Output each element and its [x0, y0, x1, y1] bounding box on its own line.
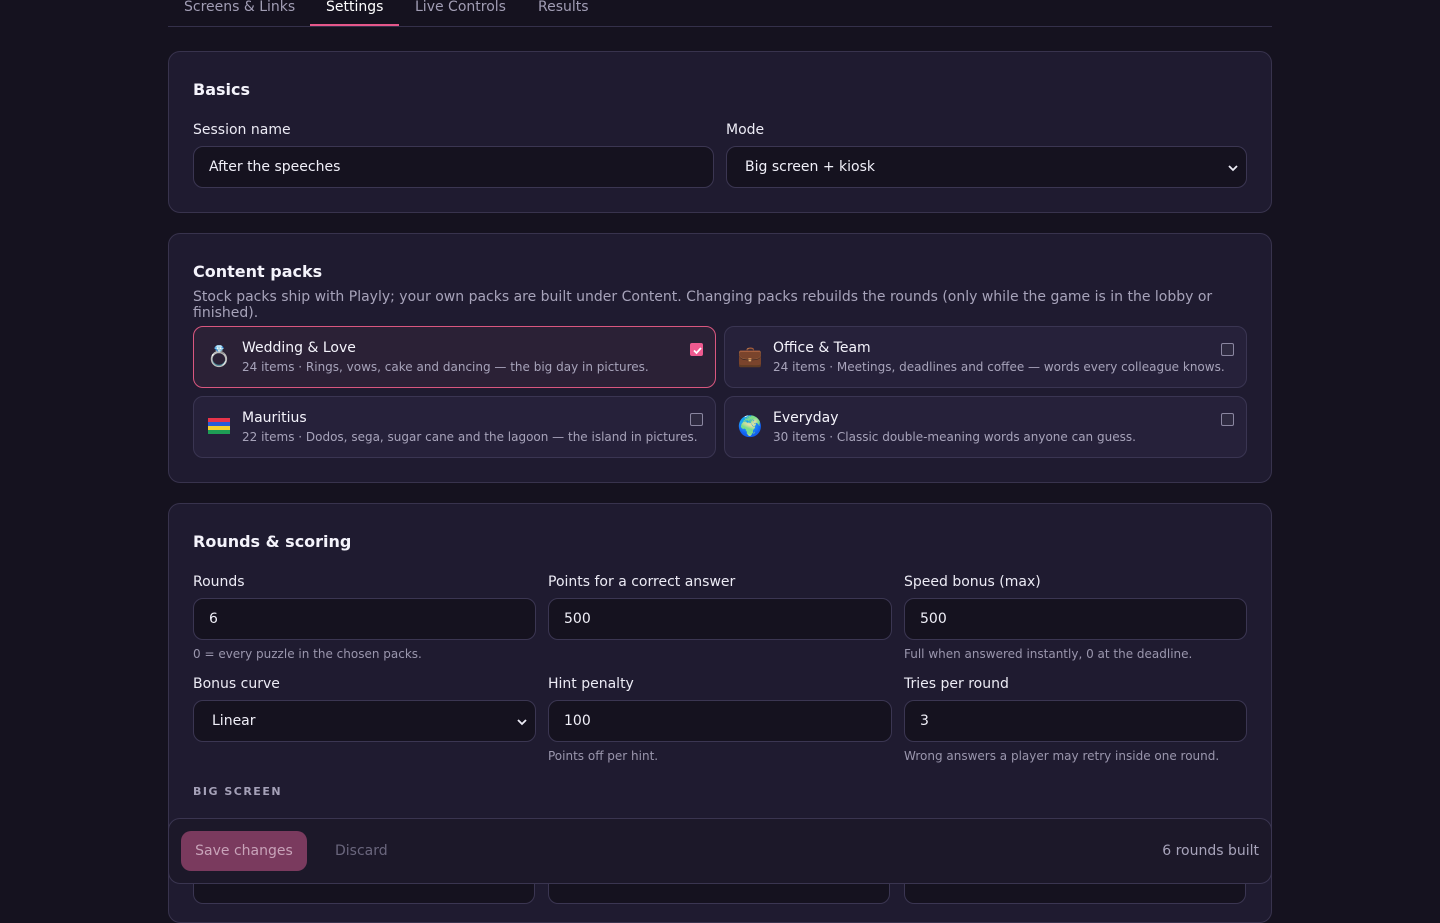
speed-bonus-help: Full when answered instantly, 0 at the d… [904, 647, 1193, 661]
tries-label: Tries per round [904, 676, 1009, 692]
pack-card-mauritius[interactable]: Mauritius 22 items · Dodos, sega, sugar … [193, 396, 716, 458]
globe-icon: 🌍 [737, 414, 763, 438]
hidden-input-peek [904, 884, 1246, 904]
mode-label: Mode [726, 122, 765, 138]
pack-checkbox[interactable] [690, 413, 703, 426]
pack-description: 22 items · Dodos, sega, sugar cane and t… [242, 430, 698, 444]
pack-checkbox[interactable] [690, 343, 703, 356]
save-bar: Save changes Discard 6 rounds built [168, 818, 1272, 884]
mode-select-value: Big screen + kiosk [745, 159, 875, 175]
pack-card-wedding[interactable]: 💍 Wedding & Love 24 items · Rings, vows,… [193, 326, 716, 388]
content-packs-card: Content packs Stock packs ship with Play… [168, 233, 1272, 483]
pack-checkbox[interactable] [1221, 413, 1234, 426]
bonus-curve-value: Linear [212, 713, 256, 729]
pack-name: Mauritius [242, 410, 307, 426]
points-input[interactable]: 500 [548, 598, 892, 640]
pack-description: 24 items · Rings, vows, cake and dancing… [242, 360, 649, 374]
mode-select[interactable]: Big screen + kiosk [726, 146, 1247, 188]
pack-card-office[interactable]: 💼 Office & Team 24 items · Meetings, dea… [724, 326, 1247, 388]
briefcase-icon: 💼 [737, 344, 763, 368]
rounds-help: 0 = every puzzle in the chosen packs. [193, 647, 422, 661]
session-name-label: Session name [193, 122, 291, 138]
mauritius-flag-icon [206, 413, 232, 439]
speed-bonus-input[interactable]: 500 [904, 598, 1247, 640]
hint-penalty-label: Hint penalty [548, 676, 634, 692]
content-packs-description: Stock packs ship with Playly; your own p… [193, 289, 1213, 321]
pack-description: 24 items · Meetings, deadlines and coffe… [773, 360, 1225, 374]
bonus-curve-select[interactable]: Linear [193, 700, 536, 742]
pack-description: 30 items · Classic double-meaning words … [773, 430, 1136, 444]
rounds-built-status: 6 rounds built [1162, 843, 1259, 859]
tab-bar: Screens & Links Settings Live Controls R… [168, 0, 1272, 27]
rounds-label: Rounds [193, 574, 245, 590]
discard-button[interactable]: Discard [335, 831, 388, 871]
hidden-input-peek [548, 884, 890, 904]
rounds-input[interactable]: 6 [193, 598, 536, 640]
pack-card-everyday[interactable]: 🌍 Everyday 30 items · Classic double-mea… [724, 396, 1247, 458]
pack-name: Everyday [773, 410, 839, 426]
big-screen-section-caption: BIG SCREEN [193, 785, 283, 798]
tab-results[interactable]: Results [522, 0, 605, 26]
basics-title: Basics [193, 80, 251, 99]
check-icon [693, 347, 702, 355]
speed-bonus-label: Speed bonus (max) [904, 574, 1041, 590]
pack-name: Wedding & Love [242, 340, 356, 356]
tab-live-controls[interactable]: Live Controls [399, 0, 522, 26]
basics-card: Basics Session name After the speeches M… [168, 51, 1272, 213]
bonus-curve-label: Bonus curve [193, 676, 280, 692]
chevron-down-icon [1228, 165, 1238, 172]
tries-help: Wrong answers a player may retry inside … [904, 749, 1220, 763]
hint-penalty-input[interactable]: 100 [548, 700, 892, 742]
tries-input[interactable]: 3 [904, 700, 1247, 742]
hidden-input-peek [193, 884, 535, 904]
tab-screens-links[interactable]: Screens & Links [168, 0, 311, 26]
pack-name: Office & Team [773, 340, 871, 356]
ring-icon: 💍 [206, 344, 232, 368]
content-packs-title: Content packs [193, 262, 323, 281]
points-label: Points for a correct answer [548, 574, 736, 590]
pack-checkbox[interactable] [1221, 343, 1234, 356]
save-changes-button[interactable]: Save changes [181, 831, 307, 871]
chevron-down-icon [517, 719, 527, 726]
hint-penalty-help: Points off per hint. [548, 749, 659, 763]
rounds-scoring-title: Rounds & scoring [193, 532, 352, 551]
tab-settings[interactable]: Settings [310, 0, 400, 26]
session-name-input[interactable]: After the speeches [193, 146, 714, 188]
